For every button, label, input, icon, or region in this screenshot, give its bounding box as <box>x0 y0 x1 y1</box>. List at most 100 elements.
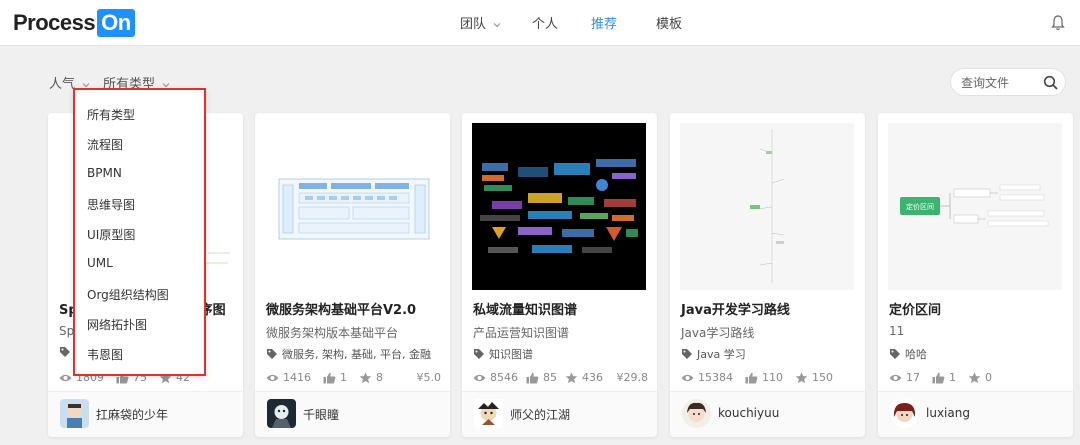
card-tags-text: 知识图谱 <box>489 348 533 361</box>
template-card[interactable]: 私域流量知识图谱 产品运营知识图谱 知识图谱 8546 85 436 ¥29.8… <box>462 113 657 437</box>
price-label: ¥5.0 <box>416 371 442 384</box>
search-box <box>950 68 1066 96</box>
bell-icon[interactable] <box>1050 14 1066 32</box>
views-stat: 1416 <box>266 371 311 384</box>
tag-icon <box>60 347 70 357</box>
dropdown-item-uml[interactable]: UML <box>87 256 113 270</box>
card-tags-text: Java 学习 <box>697 348 746 361</box>
card-thumbnail[interactable]: 定价区间 <box>888 123 1062 290</box>
dropdown-item-network-topology[interactable]: 网络拓扑图 <box>87 316 147 333</box>
avatar[interactable] <box>682 399 711 428</box>
views-count: 15384 <box>698 371 733 384</box>
card-tags-text: 微服务, 架构, 基础, 平台, 金融 <box>282 348 431 361</box>
likes-count: 110 <box>762 371 783 384</box>
tag-icon <box>474 349 484 359</box>
views-stat: 15384 <box>681 371 733 384</box>
template-card[interactable]: 微服务架构基础平台V2.0 微服务架构版本基础平台 微服务, 架构, 基础, 平… <box>255 113 450 437</box>
stars-stat[interactable]: 0 <box>968 371 992 384</box>
card-thumbnail[interactable] <box>472 123 646 290</box>
card-stats: 17 1 0 <box>889 371 1064 384</box>
stars-stat[interactable]: 8 <box>359 371 383 384</box>
tag-icon <box>267 349 277 359</box>
stars-count: 8 <box>376 371 383 384</box>
card-stats: 15384 110 150 <box>681 371 856 384</box>
dropdown-item-venn-diagram[interactable]: 韦恩图 <box>87 346 123 363</box>
card-title[interactable]: 微服务架构基础平台V2.0 <box>266 299 416 318</box>
pricing-mindmap-preview: 定价区间 <box>900 184 1049 227</box>
card-tags: 微服务, 架构, 基础, 平台, 金融 <box>266 346 431 362</box>
stars-stat[interactable]: 150 <box>795 371 833 384</box>
likes-stat[interactable]: 1 <box>323 371 347 384</box>
star-icon <box>968 371 981 383</box>
views-count: 8546 <box>490 371 518 384</box>
mindmap-preview <box>750 129 785 283</box>
eye-icon <box>681 374 694 381</box>
dropdown-item-mindmap[interactable]: 思维导图 <box>87 196 135 213</box>
likes-count: 1 <box>340 371 347 384</box>
likes-stat[interactable]: 1 <box>932 371 956 384</box>
avatar[interactable] <box>890 399 919 428</box>
card-tags: 知识图谱 <box>473 346 533 362</box>
search-input[interactable] <box>961 74 1041 92</box>
card-footer: 千眼瞳 <box>255 391 450 437</box>
nav-personal[interactable]: 个人 <box>532 13 558 32</box>
likes-count: 85 <box>543 371 557 384</box>
card-footer: luxiang <box>878 391 1073 437</box>
author-name[interactable]: 师父的江湖 <box>510 406 570 423</box>
card-thumbnail[interactable] <box>680 123 854 290</box>
card-tags: 哈哈 <box>889 346 927 362</box>
card-stats: 1416 1 8 ¥5.0 <box>266 371 441 384</box>
avatar[interactable] <box>267 399 296 428</box>
views-stat: 8546 <box>473 371 518 384</box>
template-card[interactable]: Java开发学习路线 Java学习路线 Java 学习 15384 110 15… <box>670 113 865 437</box>
stars-count: 0 <box>985 371 992 384</box>
author-name[interactable]: 扛麻袋的少年 <box>96 406 168 423</box>
tag-icon <box>890 349 900 359</box>
card-stats: 8546 85 436 ¥29.8 <box>473 371 648 384</box>
author-name[interactable]: luxiang <box>926 406 970 420</box>
card-footer: 师父的江湖 <box>462 391 657 437</box>
card-tags: Java 学习 <box>681 346 746 362</box>
author-name[interactable]: kouchiyuu <box>718 406 779 420</box>
card-subtitle: 微服务架构版本基础平台 <box>266 326 399 340</box>
card-footer: 扛麻袋的少年 <box>48 391 243 437</box>
architecture-diagram-preview <box>278 178 430 240</box>
nav-team-label: 团队 <box>460 17 487 32</box>
card-title[interactable]: 定价区间 <box>889 299 941 318</box>
dropdown-item-flowchart[interactable]: 流程图 <box>87 136 123 153</box>
card-thumbnail[interactable] <box>265 123 439 290</box>
thumbs-up-icon <box>526 372 539 383</box>
star-icon <box>795 371 808 383</box>
nav-recommended[interactable]: 推荐 <box>591 13 617 32</box>
likes-stat[interactable]: 110 <box>745 371 783 384</box>
avatar[interactable] <box>60 399 89 428</box>
dropdown-item-bpmn[interactable]: BPMN <box>87 166 122 180</box>
views-count: 1416 <box>283 371 311 384</box>
chevron-down-icon <box>493 22 501 27</box>
nav-templates[interactable]: 模板 <box>656 13 682 32</box>
avatar[interactable] <box>474 399 503 428</box>
views-count: 17 <box>906 371 920 384</box>
card-footer: kouchiyuu <box>670 391 865 437</box>
stars-count: 150 <box>812 371 833 384</box>
card-title[interactable]: Java开发学习路线 <box>681 299 790 318</box>
card-subtitle: Java学习路线 <box>681 326 755 340</box>
logo-text-on: On <box>97 9 135 37</box>
card-title[interactable]: 私域流量知识图谱 <box>473 299 577 318</box>
preview-center-node-text: 定价区间 <box>906 202 934 211</box>
dropdown-item-org-chart[interactable]: Org组织结构图 <box>87 286 169 303</box>
tag-icon <box>682 349 692 359</box>
dropdown-item-ui-prototype[interactable]: UI原型图 <box>87 226 135 243</box>
thumbs-up-icon <box>745 372 758 383</box>
likes-stat[interactable]: 85 <box>526 371 557 384</box>
dropdown-item-all-types[interactable]: 所有类型 <box>87 106 135 123</box>
template-card[interactable]: 定价区间 定价区间 11 哈哈 17 1 0 luxiang <box>878 113 1073 437</box>
card-subtitle: 产品运营知识图谱 <box>473 326 570 340</box>
eye-icon <box>473 374 486 381</box>
stars-stat[interactable]: 436 <box>565 371 603 384</box>
processon-logo[interactable]: Process On <box>13 8 135 38</box>
author-name[interactable]: 千眼瞳 <box>303 406 339 423</box>
nav-team[interactable]: 团队 <box>460 13 502 32</box>
eye-icon <box>266 374 279 381</box>
search-icon[interactable] <box>1043 75 1059 91</box>
